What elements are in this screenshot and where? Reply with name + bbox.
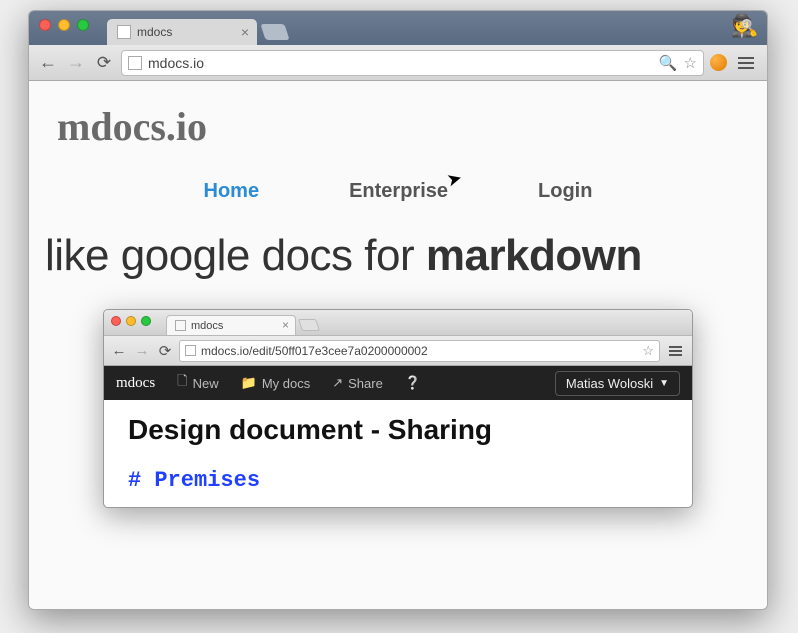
close-tab-icon[interactable]: × xyxy=(241,24,249,40)
inner-close-tab-icon: × xyxy=(282,318,289,332)
hero-tagline: like google docs for markdown xyxy=(29,231,767,281)
outer-tab[interactable]: mdocs × xyxy=(107,19,257,45)
inner-site-info-icon xyxy=(185,345,196,356)
nav-home[interactable]: Home xyxy=(204,180,260,203)
app-mydocs-label: My docs xyxy=(262,376,310,391)
outer-toolbar: ← → ⟳ mdocs.io 🔍 ☆ xyxy=(29,45,767,81)
bookmark-star-icon[interactable]: ☆ xyxy=(684,54,697,72)
inner-titlebar: mdocs × xyxy=(104,310,692,336)
nav-enterprise[interactable]: Enterprise xyxy=(349,180,448,203)
inner-address-bar: mdocs.io/edit/50ff017e3cee7a0200000002 ☆ xyxy=(179,340,660,362)
inner-tab: mdocs × xyxy=(166,315,296,335)
back-button[interactable]: ← xyxy=(37,52,59,74)
address-bar[interactable]: mdocs.io 🔍 ☆ xyxy=(121,50,704,76)
share-icon: ↗ xyxy=(332,375,343,391)
close-window-button[interactable] xyxy=(39,19,51,31)
inner-forward-button: → xyxy=(133,342,151,360)
inner-back-button: ← xyxy=(110,342,128,360)
app-share-button: ↗ Share xyxy=(332,375,383,391)
inner-close-window-button xyxy=(111,316,121,326)
app-new-button: 🗋 New xyxy=(177,372,218,394)
inner-minimize-window-button xyxy=(126,316,136,326)
reload-button[interactable]: ⟳ xyxy=(93,52,115,74)
inner-reload-button: ⟳ xyxy=(156,342,174,360)
new-tab-button[interactable] xyxy=(260,24,289,40)
inner-tab-title: mdocs xyxy=(191,320,223,332)
app-new-label: New xyxy=(193,376,219,391)
app-user-menu: Matias Woloski ▼ xyxy=(555,371,680,396)
incognito-icon: 🕵 xyxy=(731,15,757,39)
page-content: mdocs.io Home Enterprise Login like goog… xyxy=(29,81,767,609)
app-logo: mdocs xyxy=(116,375,155,392)
outer-traffic-lights xyxy=(39,19,89,31)
inner-address-bar-right: ☆ xyxy=(642,343,654,359)
site-nav: Home Enterprise Login xyxy=(29,180,767,203)
forward-button[interactable]: → xyxy=(65,52,87,74)
inner-traffic-lights xyxy=(111,316,151,326)
address-bar-right: 🔍 ☆ xyxy=(659,54,697,72)
tagline-light: like google docs for xyxy=(45,231,426,280)
inner-new-tab-button xyxy=(298,319,320,331)
inner-address-bar-url: mdocs.io/edit/50ff017e3cee7a0200000002 xyxy=(201,344,428,358)
nav-login[interactable]: Login xyxy=(538,180,592,203)
browser-menu-icon[interactable] xyxy=(738,62,754,64)
inner-zoom-window-button xyxy=(141,316,151,326)
page-favicon-icon xyxy=(117,25,131,39)
inner-toolbar: ← → ⟳ mdocs.io/edit/50ff017e3cee7a020000… xyxy=(104,336,692,366)
document-markdown-heading: # Premises xyxy=(128,468,668,493)
app-share-label: Share xyxy=(348,376,383,391)
inner-favicon-icon xyxy=(175,320,186,331)
app-user-name: Matias Woloski xyxy=(566,376,653,391)
app-navbar: mdocs 🗋 New 📁 My docs ↗ Share ❔ Matia xyxy=(104,366,692,400)
inner-bookmark-star-icon: ☆ xyxy=(642,343,654,359)
outer-browser-window: mdocs × 🕵 ← → ⟳ mdocs.io 🔍 ☆ mdocs.io Ho… xyxy=(28,10,768,610)
help-icon: ❔ xyxy=(405,375,421,391)
document-title: Design document - Sharing xyxy=(128,414,668,446)
extension-icon[interactable] xyxy=(710,54,727,71)
zoom-window-button[interactable] xyxy=(77,19,89,31)
outer-tab-title: mdocs xyxy=(137,25,172,39)
minimize-window-button[interactable] xyxy=(58,19,70,31)
caret-down-icon: ▼ xyxy=(659,378,669,389)
site-brand: mdocs.io xyxy=(57,103,767,150)
inner-browser-menu-icon xyxy=(669,350,682,352)
tagline-bold: markdown xyxy=(426,231,642,280)
address-bar-url: mdocs.io xyxy=(148,55,204,71)
app-help-button: ❔ xyxy=(405,375,421,391)
app-mydocs-button: 📁 My docs xyxy=(241,375,311,391)
document-body: Design document - Sharing # Premises xyxy=(104,400,692,507)
site-info-icon[interactable] xyxy=(128,56,142,70)
file-icon: 🗋 xyxy=(177,372,187,394)
zoom-icon[interactable]: 🔍 xyxy=(659,54,678,72)
hero-screenshot: mdocs × ← → ⟳ mdocs.io/edit/50ff017e3cee… xyxy=(103,309,693,508)
outer-titlebar: mdocs × 🕵 xyxy=(29,11,767,45)
folder-icon: 📁 xyxy=(241,375,257,391)
